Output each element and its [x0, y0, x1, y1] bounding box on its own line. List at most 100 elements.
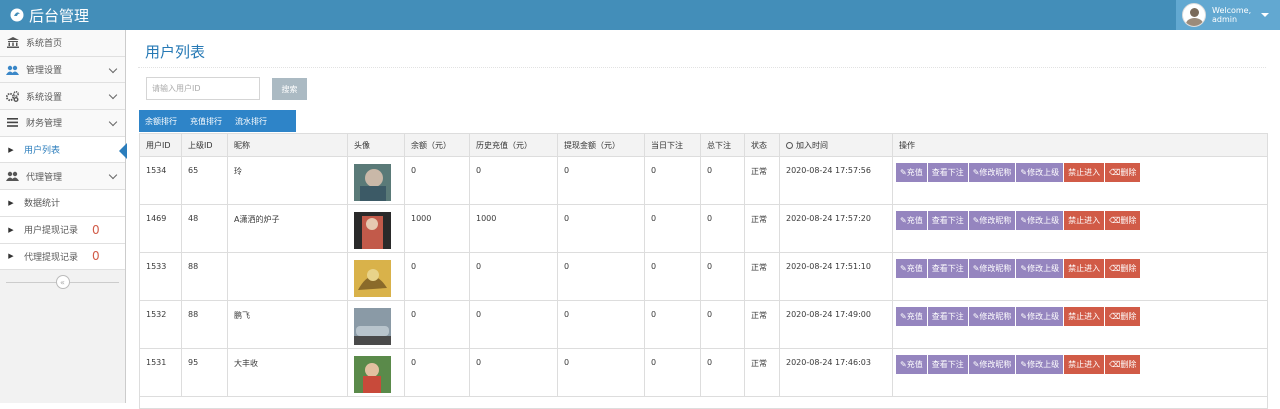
button-label: 修改上级	[1027, 312, 1060, 321]
table-row: 1531 95 大丰收 0 0 0 0 0 正常 2020-08-24 17:46:03 ✎充值 查看…	[139, 348, 1268, 397]
col-joined[interactable]: 加入时间	[779, 133, 893, 157]
edit-nickname-button[interactable]: ✎修改昵称	[968, 163, 1016, 182]
sidebar-item-statistics[interactable]: ▶ 数据统计	[0, 190, 125, 217]
cell-total-bet: 0	[700, 348, 745, 397]
user-menu[interactable]: Welcome, admin	[1176, 0, 1280, 30]
list-icon	[6, 118, 19, 128]
edit-parent-button[interactable]: ✎修改上级	[1016, 307, 1064, 326]
view-bets-button[interactable]: 查看下注	[927, 259, 968, 278]
search-input[interactable]	[146, 77, 260, 100]
cell-user-id: 1534	[139, 156, 182, 205]
col-withdraw[interactable]: 提现金额（元）	[557, 133, 645, 157]
avatar[interactable]	[354, 212, 404, 249]
view-bets-button[interactable]: 查看下注	[927, 163, 968, 182]
chevron-down-icon	[108, 171, 118, 180]
ban-button[interactable]: 禁止进入	[1064, 355, 1105, 374]
recharge-button[interactable]: ✎充值	[896, 355, 927, 374]
cell-status: 正常	[744, 204, 780, 253]
sidebar-item-user-withdrawals[interactable]: ▶ 用户提现记录 0	[0, 216, 125, 244]
delete-button[interactable]: ⌫删除	[1105, 211, 1141, 230]
col-avatar: 头像	[347, 133, 405, 157]
recharge-button[interactable]: ✎充值	[896, 211, 927, 230]
col-total-bet[interactable]: 总下注	[700, 133, 745, 157]
trash-icon: ⌫	[1109, 312, 1121, 321]
sidebar-item-label: 用户列表	[24, 146, 61, 157]
edit-nickname-button[interactable]: ✎修改昵称	[968, 259, 1016, 278]
delete-button[interactable]: ⌫删除	[1105, 355, 1141, 374]
edit-parent-button[interactable]: ✎修改上级	[1016, 355, 1064, 374]
delete-button[interactable]: ⌫删除	[1105, 307, 1141, 326]
cell-status: 正常	[744, 252, 780, 301]
button-label: 修改上级	[1027, 216, 1060, 225]
sidebar: 系统首页 管理设置 系统设置 财务管理 ▶ 用户列表 代理管理 ▶ 数据统计 ▶…	[0, 30, 127, 403]
sidebar-item-label: 代理管理	[26, 172, 63, 183]
avatar[interactable]	[354, 308, 404, 345]
cell-actions: ✎充值 查看下注 ✎修改昵称 ✎修改上级 禁止进入 ⌫删除	[892, 204, 1268, 253]
search-button[interactable]: 搜索	[272, 78, 307, 100]
cell-today-bet: 0	[644, 204, 701, 253]
col-balance[interactable]: 余额（元）	[404, 133, 470, 157]
sidebar-item-user-list[interactable]: ▶ 用户列表	[0, 136, 127, 164]
pencil-icon: ✎	[900, 216, 907, 225]
trash-icon: ⌫	[1109, 360, 1121, 369]
col-recharge[interactable]: 历史充值（元）	[469, 133, 558, 157]
cell-nickname: A潇洒的炉子	[227, 204, 348, 253]
avatar[interactable]	[354, 260, 404, 297]
avatar[interactable]	[354, 164, 404, 201]
page-title: 用户列表	[145, 43, 206, 61]
recharge-button[interactable]: ✎充值	[896, 163, 927, 182]
avatar[interactable]	[354, 356, 404, 393]
col-today-bet[interactable]: 当日下注	[644, 133, 701, 157]
ban-button[interactable]: 禁止进入	[1064, 163, 1105, 182]
trash-icon: ⌫	[1109, 168, 1121, 177]
ban-button[interactable]: 禁止进入	[1064, 259, 1105, 278]
recharge-button[interactable]: ✎充值	[896, 259, 927, 278]
brand[interactable]: 后台管理	[10, 5, 89, 25]
col-joined-label: 加入时间	[796, 140, 828, 150]
cell-today-bet: 0	[644, 348, 701, 397]
table-row: 1469 48 A潇洒的炉子 1000 1000 0 0 0 正常 2020-08-24 17:5…	[139, 204, 1268, 253]
sidebar-item-home[interactable]: 系统首页	[0, 30, 125, 57]
collapse-sidebar-icon[interactable]: «	[55, 275, 70, 290]
users-icon	[6, 171, 19, 182]
button-label: 查看下注	[931, 360, 964, 369]
edit-nickname-button[interactable]: ✎修改昵称	[968, 211, 1016, 230]
sidebar-item-agent-management[interactable]: 代理管理	[0, 163, 125, 191]
button-label: 查看下注	[931, 312, 964, 321]
col-user-id[interactable]: 用户ID	[139, 133, 182, 157]
tab-recharge-rank[interactable]: 充值排行	[190, 116, 222, 127]
edit-parent-button[interactable]: ✎修改上级	[1016, 211, 1064, 230]
edit-nickname-button[interactable]: ✎修改昵称	[968, 307, 1016, 326]
edit-parent-button[interactable]: ✎修改上级	[1016, 163, 1064, 182]
tab-balance-rank[interactable]: 余额排行	[145, 116, 177, 127]
sidebar-item-finance[interactable]: 财务管理	[0, 110, 125, 137]
sidebar-item-admin-settings[interactable]: 管理设置	[0, 56, 125, 84]
edit-parent-button[interactable]: ✎修改上级	[1016, 259, 1064, 278]
sidebar-item-agent-withdrawals[interactable]: ▶ 代理提现记录 0	[0, 243, 125, 271]
button-label: 禁止进入	[1068, 264, 1101, 273]
sidebar-item-label: 管理设置	[26, 66, 63, 77]
sidebar-item-system-settings[interactable]: 系统设置	[0, 83, 125, 111]
cell-nickname: 大丰收	[227, 348, 348, 397]
cell-parent-id: 88	[181, 300, 228, 349]
trash-icon: ⌫	[1109, 264, 1121, 273]
view-bets-button[interactable]: 查看下注	[927, 355, 968, 374]
delete-button[interactable]: ⌫删除	[1105, 259, 1141, 278]
button-label: 修改昵称	[979, 360, 1012, 369]
view-bets-button[interactable]: 查看下注	[927, 307, 968, 326]
ban-button[interactable]: 禁止进入	[1064, 211, 1105, 230]
col-parent-id[interactable]: 上级ID	[181, 133, 228, 157]
recharge-button[interactable]: ✎充值	[896, 307, 927, 326]
cell-withdraw: 0	[557, 300, 645, 349]
edit-nickname-button[interactable]: ✎修改昵称	[968, 355, 1016, 374]
ban-button[interactable]: 禁止进入	[1064, 307, 1105, 326]
tab-turnover-rank[interactable]: 流水排行	[235, 116, 267, 127]
button-label: 查看下注	[931, 216, 964, 225]
cell-nickname: 鹏飞	[227, 300, 348, 349]
delete-button[interactable]: ⌫删除	[1105, 163, 1141, 182]
col-nickname[interactable]: 昵称	[227, 133, 348, 157]
view-bets-button[interactable]: 查看下注	[927, 211, 968, 230]
rank-tabs: 余额排行 充值排行 流水排行	[139, 110, 296, 132]
cell-actions: ✎充值 查看下注 ✎修改昵称 ✎修改上级 禁止进入 ⌫删除	[892, 348, 1268, 397]
col-status[interactable]: 状态	[744, 133, 780, 157]
